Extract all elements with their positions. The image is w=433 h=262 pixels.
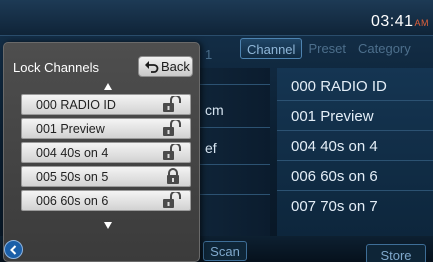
store-button[interactable]: Store — [366, 244, 426, 262]
lock-channel-label: 005 50s on 5 — [36, 170, 109, 184]
divider — [200, 127, 270, 128]
back-button-label: Back — [161, 59, 190, 74]
divider — [200, 84, 270, 85]
lock-channel-label: 006 60s on 6 — [36, 194, 109, 208]
clock: 03:41AM — [371, 13, 429, 31]
padlock-closed-icon — [167, 168, 179, 184]
tab-category[interactable]: Category — [352, 38, 417, 59]
clock-time: 03:41 — [370, 13, 414, 30]
nav-back-button[interactable] — [4, 240, 23, 259]
lock-channel-item[interactable]: 004 40s on 4 — [21, 142, 191, 163]
dialog-title: Lock Channels — [13, 60, 99, 75]
status-bar: 03:41AM — [0, 0, 433, 36]
padlock-open-icon — [163, 96, 181, 112]
lock-channels-dialog: Lock Channels Back 000 RADIO ID 001 Prev… — [3, 42, 200, 262]
lock-channel-label: 000 RADIO ID — [36, 98, 116, 112]
radio-screen: 03:41AM Channel Preset Category 1 cm ef … — [0, 0, 433, 262]
lock-channel-item[interactable]: 005 50s on 5 — [21, 166, 191, 187]
divider — [200, 164, 270, 165]
background-middle-row: cm — [205, 102, 224, 118]
lock-channel-item[interactable]: 006 60s on 6 — [21, 190, 191, 211]
background-row-hint: 1 — [205, 47, 213, 62]
divider — [200, 194, 270, 195]
padlock-open-icon — [163, 144, 181, 160]
channel-list-item[interactable]: 006 60s on 6 — [277, 161, 433, 191]
lock-channel-list: 000 RADIO ID 001 Preview 004 40s on 4 00… — [21, 94, 194, 214]
circle-chevron-left-icon — [10, 245, 17, 255]
background-middle-column: cm ef — [200, 68, 270, 236]
channel-list-item[interactable]: 007 70s on 7 — [277, 191, 433, 221]
channel-list-item[interactable]: 000 RADIO ID — [277, 71, 433, 101]
channel-list: 000 RADIO ID 001 Preview 004 40s on 4 00… — [277, 68, 433, 236]
lock-channel-label: 004 40s on 4 — [36, 146, 109, 160]
lock-channel-item[interactable]: 001 Preview — [21, 118, 191, 139]
lock-channel-item[interactable]: 000 RADIO ID — [21, 94, 191, 115]
triangle-up-icon[interactable] — [104, 83, 112, 90]
lock-channel-label: 001 Preview — [36, 122, 105, 136]
channel-list-item[interactable]: 001 Preview — [277, 101, 433, 131]
scan-button[interactable]: Scan — [203, 241, 247, 261]
back-arrow-icon — [145, 61, 159, 73]
tab-channel[interactable]: Channel — [240, 38, 303, 59]
back-button[interactable]: Back — [138, 56, 193, 77]
triangle-down-icon[interactable] — [104, 222, 112, 229]
tab-bar: Channel Preset Category — [240, 38, 417, 60]
channel-list-item[interactable]: 004 40s on 4 — [277, 131, 433, 161]
tab-preset[interactable]: Preset — [302, 38, 352, 59]
padlock-open-icon — [163, 120, 181, 136]
background-middle-row: ef — [205, 140, 217, 156]
padlock-open-icon — [163, 192, 181, 208]
clock-ampm: AM — [414, 18, 429, 28]
